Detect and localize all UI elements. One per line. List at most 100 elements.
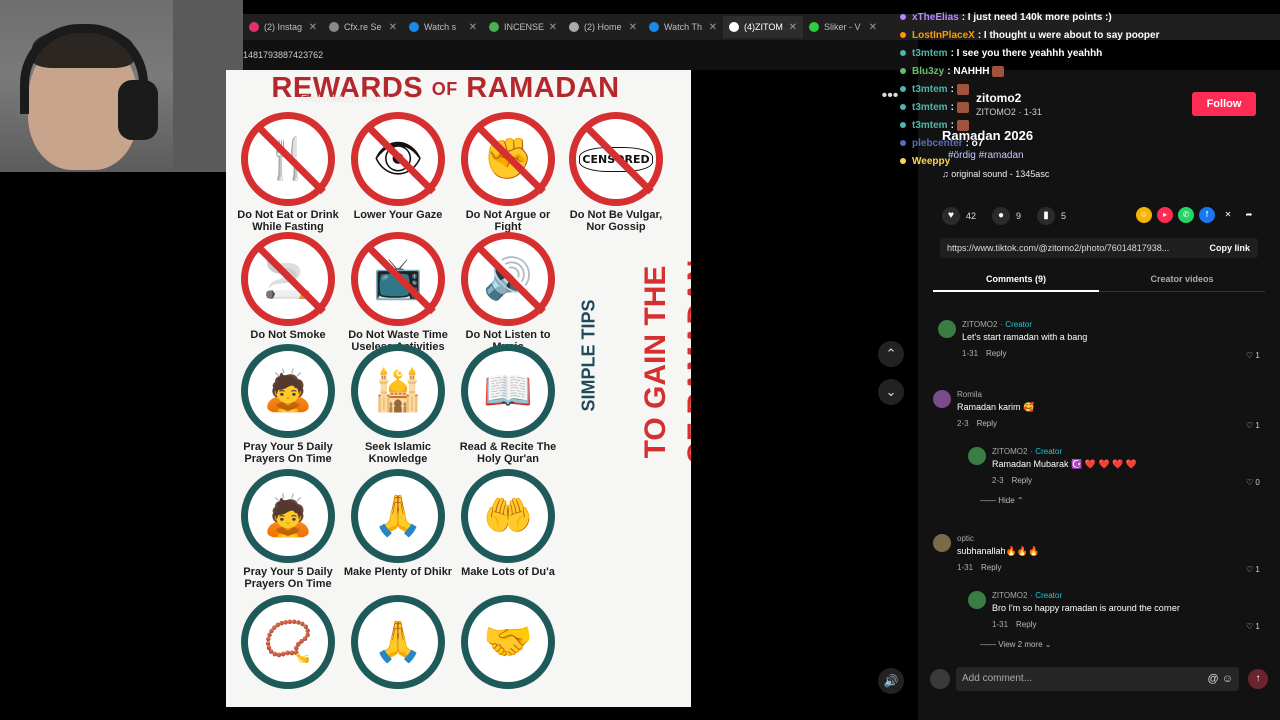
recommended-icon: 🙇 [241,469,335,563]
reply-button[interactable]: Reply [1012,476,1032,485]
close-tab-icon[interactable]: ✕ [709,22,717,33]
comment-author-name: Romila [957,390,982,399]
close-tab-icon[interactable]: ✕ [869,22,877,33]
chat-username[interactable]: t3mtem [912,48,948,59]
comment-author[interactable]: Romila [957,390,985,399]
view-more-replies-button[interactable]: —— View 2 more ⌄ [980,640,1051,649]
reply-button[interactable]: Reply [981,563,1001,572]
recommended-icon: 🙏 [351,595,445,689]
tab-label: Sliker - V [824,22,861,32]
sound-link[interactable]: ♫ original sound - 1345asc [942,169,1049,179]
reply-button[interactable]: Reply [1016,620,1036,629]
close-tab-icon[interactable]: ✕ [789,22,797,33]
chat-username[interactable]: t3mtem [912,120,948,131]
tip-glyph: 📿 [263,619,313,665]
send-comment-button[interactable]: ↑ [1248,669,1268,689]
comment-like-count: 1 [1255,622,1260,631]
tip-caption: Read & Recite The Holy Qur'an [459,441,557,465]
browser-tab[interactable]: Sliker - V ✕ [803,16,883,38]
tab-favicon-icon [329,22,339,32]
avatar[interactable] [933,390,951,408]
reply-button[interactable]: Reply [986,349,1006,358]
chat-username[interactable]: LostInPlaceX [912,30,975,41]
browser-tab[interactable]: Watch Th ✕ [643,16,723,38]
close-tab-icon[interactable]: ✕ [309,22,317,33]
share-arrow-icon[interactable]: ➦ [1241,207,1257,223]
poster-tip: ✊ Do Not Argue or Fight [452,112,564,233]
comment-like-button[interactable]: ♡ 1 [1246,351,1260,360]
tip-glyph: 🙇 [263,368,313,414]
comment-date: 1-31 [992,620,1009,629]
chat-username[interactable]: t3mtem [912,102,948,113]
facebook-icon[interactable]: f [1199,207,1215,223]
close-tab-icon[interactable]: ✕ [389,22,397,33]
browser-tab[interactable]: (4)ZITOM ✕ [723,16,803,38]
side-text-of-ramadan: OF RAMADAN [682,259,691,465]
comment-author-name: ZITOMO2 [992,591,1028,600]
avatar[interactable] [968,591,986,609]
heart-icon: ♡ [1246,565,1256,574]
close-tab-icon[interactable]: ✕ [469,22,477,33]
tip-caption: Lower Your Gaze [353,209,443,221]
reply-button[interactable]: Reply [977,419,997,428]
chat-username[interactable]: Blu3zy [912,66,944,77]
chat-username[interactable]: Weeppy [912,156,950,167]
chat-username[interactable]: plebcenter [912,138,963,149]
chat-badge-icon [900,50,906,56]
comment-text: Let's start ramadan with a bang [962,332,1088,342]
poster-tip: 🤲 Make Lots of Du'a [452,469,564,578]
comment-like-button[interactable]: ♡ 1 [1246,421,1260,430]
comment-like-button[interactable]: ♡ 0 [1246,478,1260,487]
chat-message: xTheElias: I just need 140k more points … [900,8,1200,26]
like-button[interactable]: ♥ 42 [942,207,976,225]
comment-tabs: Comments (9) Creator videos [933,270,1265,292]
comment-input[interactable]: Add comment... @ ☺ [956,667,1239,691]
x-icon[interactable]: ✕ [1220,207,1236,223]
browser-tab[interactable]: INCENSE ✕ [483,16,563,38]
comment-author[interactable]: optic [957,534,977,543]
tab-label: (2) Instag [264,22,303,32]
post-link-field[interactable]: https://www.tiktok.com/@zitomo2/photo/76… [940,238,1258,258]
browser-tab[interactable]: Watch s ✕ [403,16,483,38]
comment-button[interactable]: ● 9 [992,207,1021,225]
recommended-icon: 🤝 [461,595,555,689]
follow-button[interactable]: Follow [1192,92,1256,116]
tab-favicon-icon [569,22,579,32]
avatar[interactable] [933,534,951,552]
chat-username[interactable]: xTheElias [912,12,959,23]
photo-viewer[interactable]: REWARDS OF RAMADAN Find related content … [226,70,691,707]
tip-caption: Do Not Eat or Drink While Fasting [237,209,339,233]
browser-tab[interactable]: (2) Instag ✕ [243,16,323,38]
tab-label: Watch Th [664,22,703,32]
chat-badge-icon [900,104,906,110]
browser-tab[interactable]: (2) Home ✕ [563,16,643,38]
tab-favicon-icon [249,22,259,32]
avatar[interactable] [968,447,986,465]
hide-replies-button[interactable]: —— Hide ⌃ [980,496,1024,505]
share-send-icon[interactable]: ▸ [1157,207,1173,223]
tab-favicon-icon [729,22,739,32]
whatsapp-icon[interactable]: ✆ [1178,207,1194,223]
chat-username[interactable]: t3mtem [912,84,948,95]
comment-like-button[interactable]: ♡ 1 [1246,565,1260,574]
mention-emoji-icons[interactable]: @ ☺ [1208,667,1233,691]
address-bar[interactable]: 1481793887423762 [243,40,918,70]
close-tab-icon[interactable]: ✕ [629,22,637,33]
volume-button[interactable]: 🔊 [878,668,904,694]
comment-author[interactable]: ZITOMO2 · Creator [962,320,1032,329]
save-button[interactable]: ▮ 5 [1037,207,1066,225]
comment-author[interactable]: ZITOMO2 · Creator [992,447,1062,456]
tip-glyph: 📖 [483,368,533,414]
previous-post-button[interactable]: ⌃ [878,341,904,367]
tab-comments[interactable]: Comments (9) [933,274,1099,292]
next-post-button[interactable]: ⌄ [878,379,904,405]
tab-creator-videos[interactable]: Creator videos [1099,274,1265,284]
browser-tab[interactable]: Cfx.re Se ✕ [323,16,403,38]
comment-like-button[interactable]: ♡ 1 [1246,622,1260,631]
close-tab-icon[interactable]: ✕ [549,22,557,33]
comment-author[interactable]: ZITOMO2 · Creator [992,591,1062,600]
avatar[interactable] [938,320,956,338]
copy-link-button[interactable]: Copy link [1209,238,1250,258]
share-emoji-icon[interactable]: ☺ [1136,207,1152,223]
avatar [930,669,950,689]
